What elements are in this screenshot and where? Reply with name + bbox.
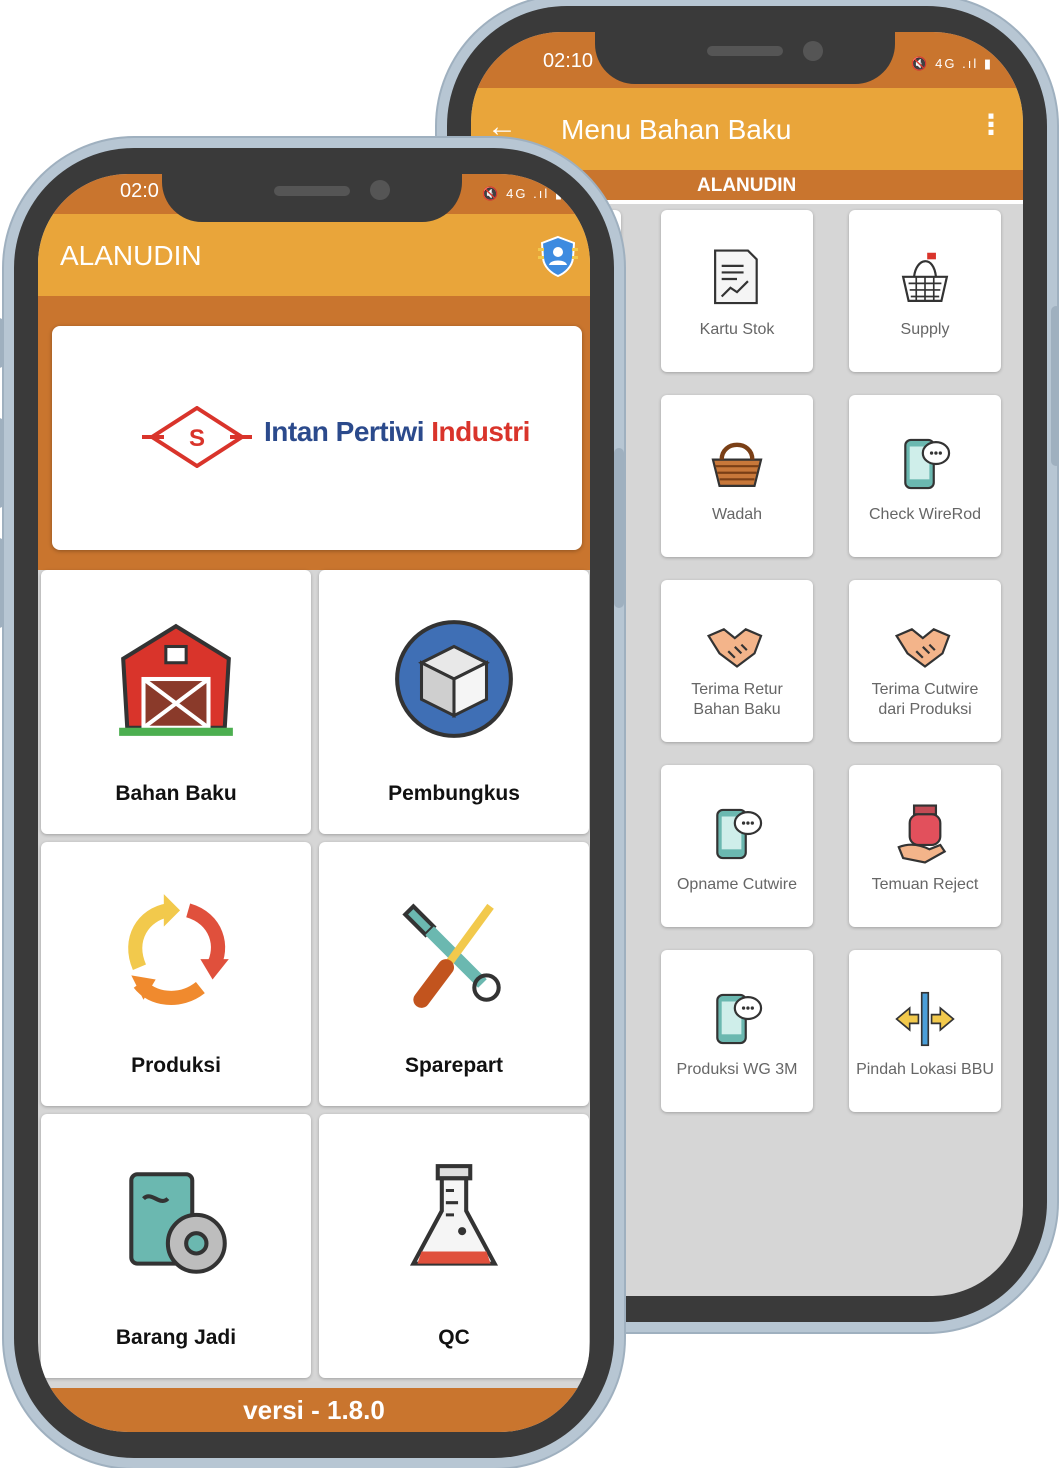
bahan-baku-menu-tile[interactable]: Supply [849,210,1001,372]
bahan-baku-menu-tile[interactable]: Pindah Lokasi BBU [849,950,1001,1112]
book-disc-icon [111,1158,241,1288]
menu-tile-label: Check WireRod [868,506,982,523]
move-arrows-icon [890,984,960,1054]
menu-tile-label: Terima Cutwire dari Produksi [871,681,979,718]
jar-hand-icon [890,799,960,869]
front-phone-side-button-4 [614,448,624,608]
tools-icon [389,886,519,1016]
back-status-icons: 🔇 4G .ıl ▮ [911,56,993,71]
back-app-title: Menu Bahan Baku [561,114,792,145]
flask-icon [389,1158,519,1288]
front-phone-notch [162,170,462,222]
main-menu-tile[interactable]: Sparepart [319,842,589,1106]
more-vert-icon[interactable]: ⋮ [977,108,1005,141]
main-menu-tile-label: QC [438,1326,470,1349]
front-header-band: S Intan Pertiwi Industri [38,296,590,570]
main-menu-tile[interactable]: Pembungkus [319,570,589,834]
front-status-time: 02:0 [120,180,159,202]
handshake-icon [702,614,772,684]
menu-tile-label: Produksi WG 3M [676,1061,798,1078]
menu-tile-label: Opname Cutwire [676,876,798,893]
bahan-baku-menu-tile[interactable]: Opname Cutwire [661,765,813,927]
back-status-time: 02:10 [543,50,594,72]
menu-tile-label: Wadah [711,506,763,523]
recycle-arrows-icon [111,886,241,1016]
menu-tile-label: Temuan Reject [871,876,979,893]
phone-chat-icon [702,799,772,869]
phone-chat-icon [702,984,772,1054]
bahan-baku-menu-tile[interactable]: Kartu Stok [661,210,813,372]
main-menu-tile-label: Pembungkus [388,782,520,805]
front-status-icons: 🔇 4G .ıl ▮ [482,186,564,201]
bahan-baku-menu-tile[interactable]: Temuan Reject [849,765,1001,927]
user-shield-icon[interactable] [536,234,580,283]
brand-name-part1: Intan Pertiwi [264,416,424,447]
main-menu-tile[interactable]: Barang Jadi [41,1114,311,1378]
wicker-basket-icon [702,429,772,499]
brand-name: Intan Pertiwi Industri [264,416,530,448]
basket-icon [890,244,960,314]
back-app-bar: ← Menu Bahan Baku ⋮ [471,88,1023,170]
bahan-baku-menu-tile[interactable]: Produksi WG 3M [661,950,813,1112]
main-menu-tile-label: Produksi [131,1054,221,1077]
brand-card: S Intan Pertiwi Industri [52,326,582,550]
barn-icon [111,614,241,744]
front-app-bar: ALANUDIN [38,214,590,296]
front-footer: versi - 1.8.0 [38,1388,590,1432]
menu-tile-label: Kartu Stok [699,321,775,338]
back-user-strip-label: ALANUDIN [697,175,797,196]
main-menu-tile[interactable]: QC [319,1114,589,1378]
main-menu-tile-label: Bahan Baku [115,782,237,805]
back-phone-notch [595,28,895,84]
bahan-baku-menu-tile[interactable]: Check WireRod [849,395,1001,557]
handshake-icon [890,614,960,684]
bahan-baku-menu-tile[interactable]: Wadah [661,395,813,557]
phone-chat-icon [890,429,960,499]
main-menu-tile[interactable]: Produksi [41,842,311,1106]
brand-logo-icon: S [142,405,252,473]
menu-tile-label: Terima Retur Bahan Baku [691,681,783,718]
front-app-title: ALANUDIN [60,240,202,271]
main-menu-tile-label: Sparepart [404,1054,504,1077]
front-menu-grid: Bahan Baku Pembungkus Produksi Sparepart Bar… [38,570,590,1388]
front-phone-side-button-1 [0,318,4,368]
main-menu-tile-label: Barang Jadi [115,1326,237,1349]
bahan-baku-menu-tile[interactable]: Terima Retur Bahan Baku [661,580,813,742]
front-phone-side-button-3 [0,538,4,628]
back-arrow-icon[interactable]: ← [487,110,517,144]
svg-text:S: S [189,425,205,452]
bahan-baku-menu-tile[interactable]: Terima Cutwire dari Produksi [849,580,1001,742]
stock-card-icon [702,244,772,314]
main-menu-tile[interactable]: Bahan Baku [41,570,311,834]
version-label: versi - 1.8.0 [243,1395,385,1425]
menu-tile-label: Supply [900,321,950,338]
menu-tile-label: Pindah Lokasi BBU [856,1061,994,1078]
front-phone-screen: 02:0 🔇 4G .ıl ▮ ALANUDIN S Intan Pertiwi… [38,174,590,1432]
brand-name-part2: Industri [431,416,530,447]
front-phone-frame: 02:0 🔇 4G .ıl ▮ ALANUDIN S Intan Pertiwi… [0,148,624,1458]
box-icon [389,614,519,744]
back-phone-side-button [1051,306,1059,466]
front-phone-side-button-2 [0,418,4,508]
